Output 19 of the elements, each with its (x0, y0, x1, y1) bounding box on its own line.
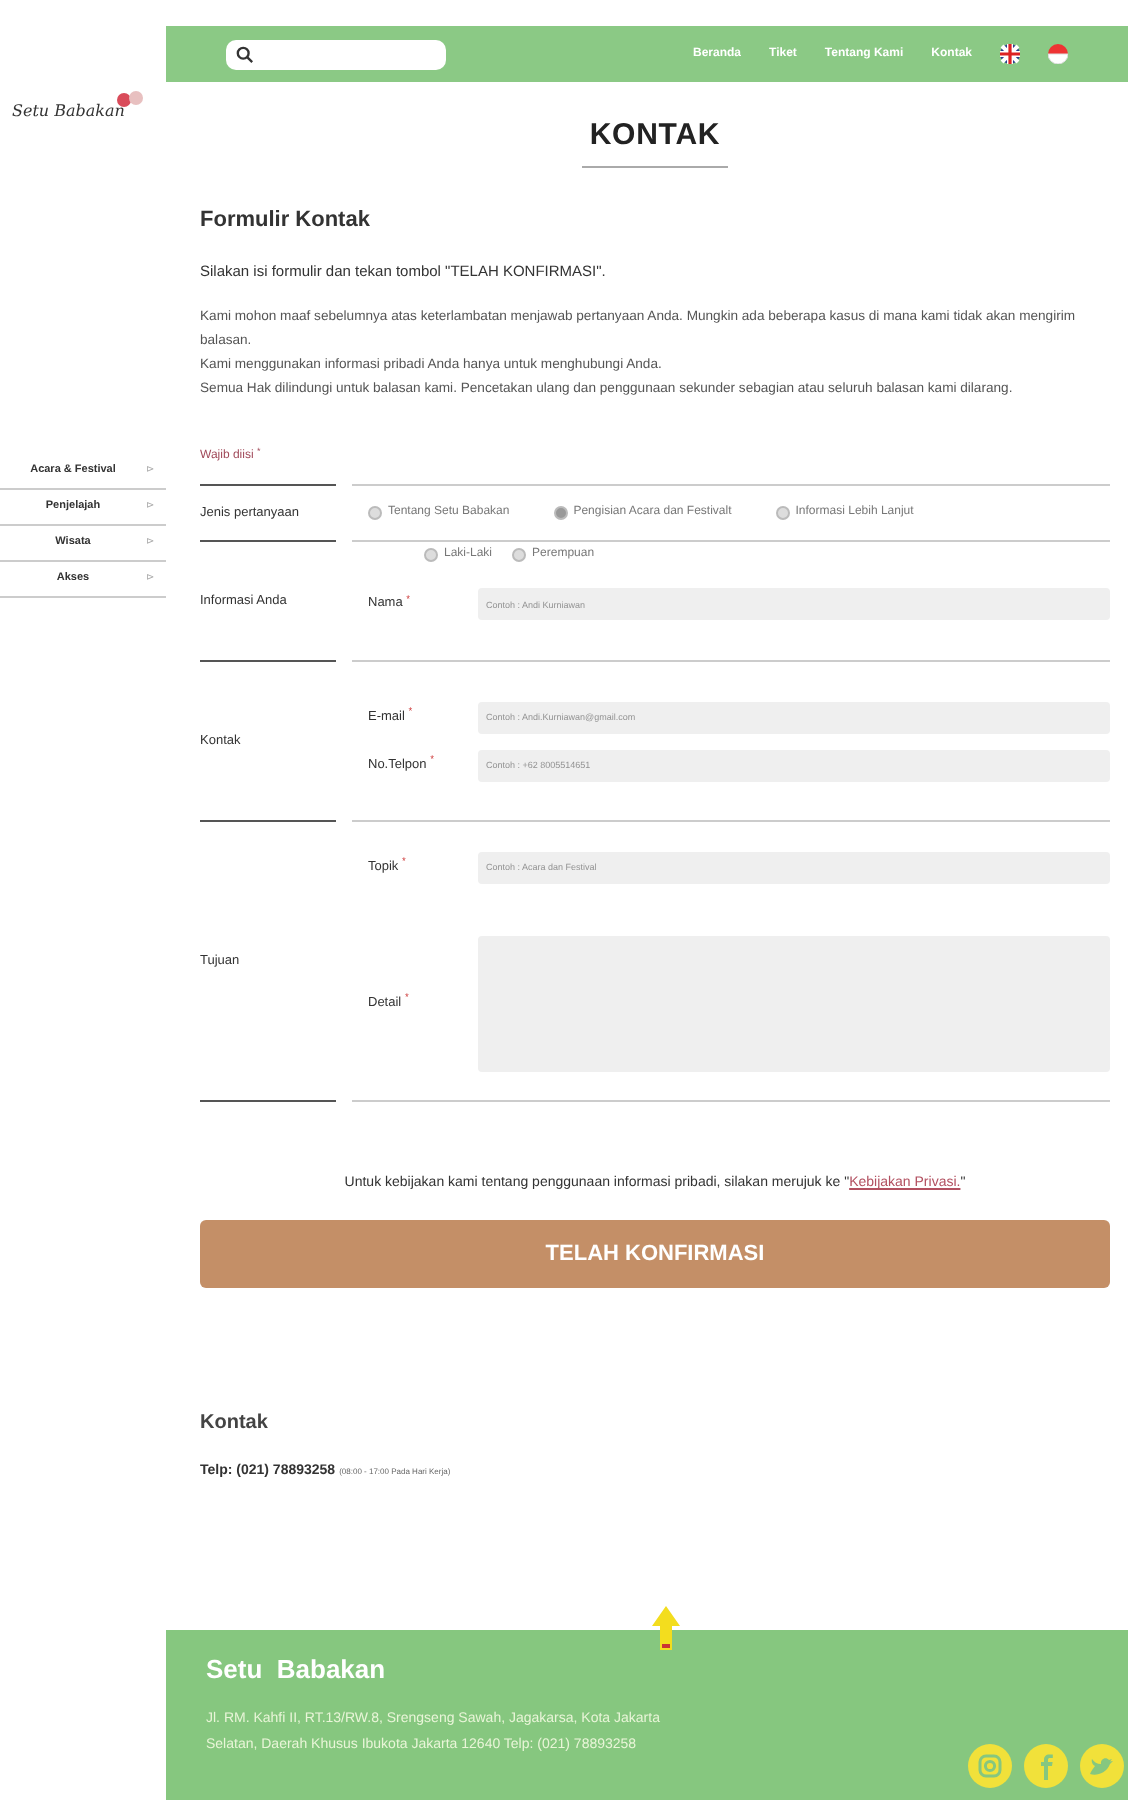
radio-button[interactable] (775, 506, 790, 521)
radio-button[interactable] (512, 548, 527, 563)
footer-title: Setu Babakan (206, 1652, 388, 1688)
indonesia-flag-icon[interactable] (1048, 44, 1068, 64)
submit-button[interactable]: TELAH KONFIRMASI (200, 1219, 1110, 1288)
page-title: KONTAK (581, 114, 729, 167)
radio-button[interactable] (368, 506, 382, 521)
contact-title: Kontak (200, 1409, 270, 1438)
radio-button[interactable] (553, 506, 568, 521)
twitter-icon[interactable] (1080, 1744, 1124, 1788)
search-field[interactable] (226, 39, 446, 69)
arrow-up-icon[interactable] (652, 1606, 680, 1654)
facebook-icon[interactable] (1024, 1744, 1068, 1788)
form-title: Formulir Kontak (200, 205, 372, 235)
search-icon (236, 45, 254, 63)
instagram-icon[interactable] (968, 1744, 1012, 1788)
logo-text: Setu Babakan (12, 100, 125, 124)
uk-flag-icon[interactable] (1000, 44, 1020, 64)
radio-button[interactable] (424, 548, 438, 563)
